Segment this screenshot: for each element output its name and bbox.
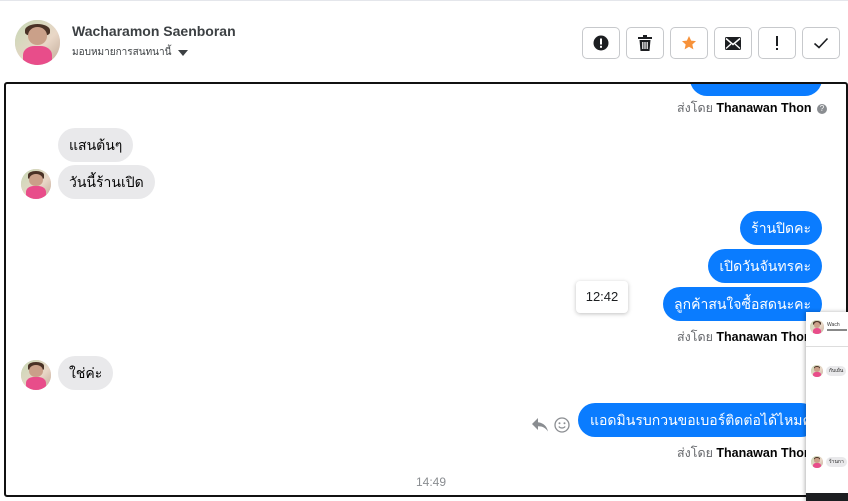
exclamation-icon <box>776 36 778 50</box>
outgoing-message-partial[interactable] <box>690 84 822 96</box>
sent-by-label: ส่งโดย Thanawan Thon ? <box>677 98 827 118</box>
outgoing-message[interactable]: ลูกค้าสนใจซื้อสดนะคะ <box>663 287 822 321</box>
sent-by-prefix: ส่งโดย <box>677 330 713 344</box>
sent-by-label: ส่งโดย Thanawan Thon <box>677 327 812 347</box>
incoming-message[interactable]: วันนี้ร้านเปิด <box>58 165 155 199</box>
contact-avatar-small <box>21 360 51 390</box>
contact-name[interactable]: Wacharamon Saenboran <box>72 23 236 39</box>
outgoing-message[interactable]: ร้านปิดคะ <box>740 211 822 245</box>
incoming-message[interactable]: แสนต้นๆ <box>58 128 134 162</box>
caret-down-icon <box>178 49 189 56</box>
alert-circle-icon <box>593 35 609 51</box>
mini-contact-name: Wach <box>827 322 840 328</box>
mini-avatar <box>811 365 823 377</box>
outgoing-message[interactable]: แอดมินรบกวนขอเบอร์ติดต่อได้ไหมคะ <box>578 403 819 437</box>
trash-icon <box>638 35 652 51</box>
delete-button[interactable] <box>626 27 664 59</box>
help-icon[interactable]: ? <box>817 104 827 114</box>
sent-by-prefix: ส่งโดย <box>677 101 713 115</box>
contact-avatar[interactable] <box>15 20 60 65</box>
sent-by-label: ส่งโดย Thanawan Thon <box>677 443 812 463</box>
check-icon <box>813 37 829 49</box>
follow-up-button[interactable] <box>758 27 796 59</box>
sender-name: Thanawan Thon <box>716 446 812 460</box>
outgoing-message[interactable]: เปิดวันจันทรคะ <box>708 249 822 283</box>
time-tooltip: 12:42 <box>576 281 628 313</box>
message-thread[interactable]: ส่งโดย Thanawan Thon ? แสนต้นๆ วันนี้ร้า… <box>4 82 848 497</box>
star-icon <box>682 36 696 50</box>
mini-avatar <box>811 456 823 468</box>
assign-conversation-dropdown[interactable]: มอบหมายการสนทนานี้ <box>72 45 189 60</box>
envelope-icon <box>725 36 741 50</box>
star-button[interactable] <box>670 27 708 59</box>
sender-name: Thanawan Thon <box>716 330 812 344</box>
mini-incoming-bubble: ร้านกา <box>826 457 847 467</box>
mark-done-button[interactable] <box>802 27 840 59</box>
sender-name: Thanawan Thon <box>716 101 812 115</box>
mini-divider <box>806 346 848 347</box>
message-timestamp: 14:49 <box>416 475 447 489</box>
conversation-header: Wacharamon Saenboran มอบหมายการสนทนานี้ <box>0 0 848 82</box>
mini-incoming-bubble: กับเย้น <box>826 366 847 376</box>
mini-avatar <box>810 320 824 334</box>
sent-by-prefix: ส่งโดย <box>677 446 713 460</box>
mini-chat-preview[interactable]: Wach กับเย้น ร้านกา <box>806 312 848 501</box>
mini-bottom-bar <box>806 493 848 501</box>
mark-spam-button[interactable] <box>582 27 620 59</box>
mark-unread-button[interactable] <box>714 27 752 59</box>
reply-icon[interactable] <box>532 418 548 432</box>
message-actions <box>532 417 570 433</box>
inbox-conversation-view: Wacharamon Saenboran มอบหมายการสนทนานี้ <box>0 0 848 501</box>
conversation-toolbar <box>582 27 840 59</box>
mini-contact-sub <box>827 329 847 331</box>
contact-avatar-small <box>21 169 51 199</box>
smiley-icon[interactable] <box>554 417 570 433</box>
assign-label: มอบหมายการสนทนานี้ <box>72 47 172 58</box>
incoming-message[interactable]: ใช่ค่ะ <box>58 356 114 390</box>
